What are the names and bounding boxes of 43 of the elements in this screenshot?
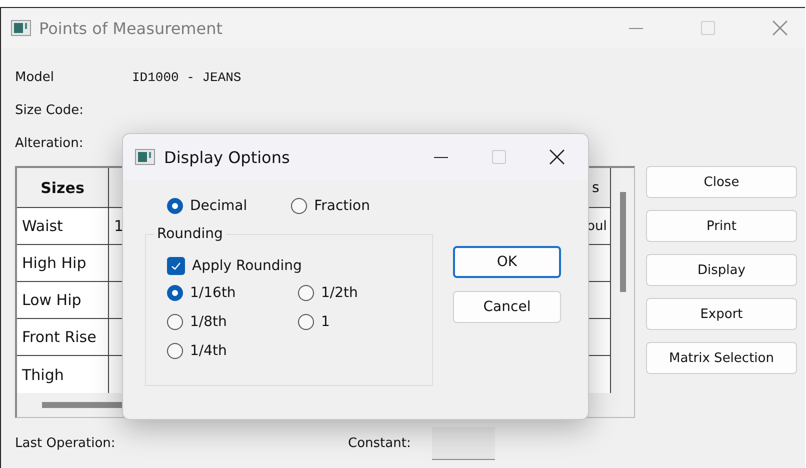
dialog-button[interactable]: OK [453,246,561,278]
radio-button[interactable]: Fraction [291,198,370,214]
window-title: Points of Measurement [39,18,224,38]
radio-button[interactable]: Decimal [167,198,248,214]
table-cell [587,282,611,319]
scrollbar-thumb[interactable] [620,192,626,292]
field-value: ID1000 - JEANS [132,70,242,84]
field-label: Model [15,70,56,84]
app-icon [11,20,31,36]
action-button[interactable]: Close [646,166,797,198]
row-header: Waist [17,208,109,245]
group-title: Rounding [154,226,226,242]
status-label: Last Operation: [15,436,116,450]
action-button[interactable]: Export [646,298,797,330]
table-cell [587,356,611,393]
dialog-title: Display Options [164,148,291,166]
table-cell [587,245,611,282]
checkbox[interactable]: Apply Rounding [167,257,432,275]
row-header: Front Rise [17,319,109,356]
radio-button[interactable]: 1/2th [298,285,398,301]
close-icon [772,20,788,36]
scrollbar-thumb[interactable] [42,402,122,408]
column-header[interactable]: s [587,168,611,208]
radio-button[interactable]: 1 [298,314,398,330]
constant-field[interactable] [432,426,495,460]
dialog-button[interactable]: Cancel [453,291,561,323]
field-label: Size Code: [15,102,84,118]
row-header: Low Hip [17,282,109,319]
close-icon [549,149,565,165]
app-icon [135,149,155,165]
row-header: Thigh [17,356,109,393]
radio-button[interactable]: 1/4th [167,343,298,359]
action-button[interactable]: Print [646,210,797,242]
row-header: High Hip [17,245,109,282]
check-icon [170,260,182,272]
action-button[interactable]: Display [646,254,797,286]
radio-button[interactable]: 1/16th [167,285,298,301]
status-label: Constant: [348,436,412,450]
field-label: Alteration: [15,136,84,150]
column-header[interactable]: Sizes [17,168,109,208]
radio-button[interactable]: 1/8th [167,314,298,330]
action-button[interactable]: Matrix Selection [646,342,797,374]
table-cell [587,319,611,356]
